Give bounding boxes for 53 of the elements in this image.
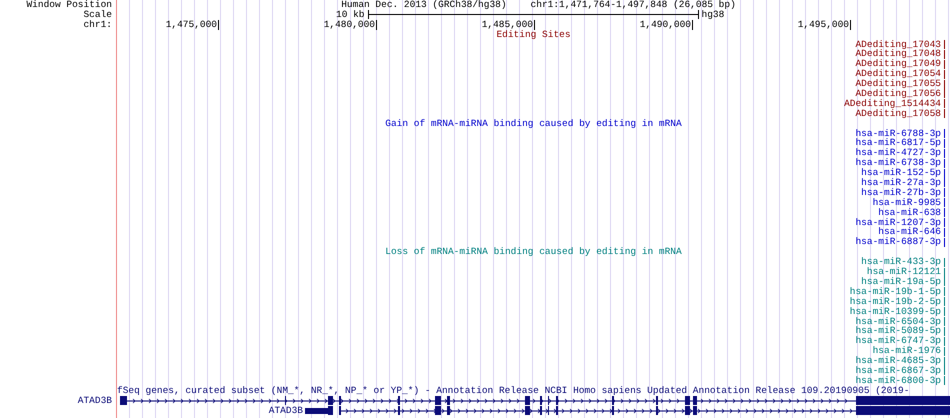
ruler-tick-label: 1,485,000 — [377, 20, 535, 30]
feature-label[interactable]: hsa-miR-6817-5p — [855, 138, 941, 148]
row-label: Window Position — [26, 0, 112, 10]
track-title: fSeq genes, curated subset (NM_*, NR_*, NP_* or YP_*) - Annotation Release NCBI Homo sapiens Updated Annotation Release 109.20190905 (2019- — [117, 384, 910, 396]
feature-label[interactable]: ADediting_17049 — [855, 59, 941, 70]
ruler-tick-label: 1,495,000 — [693, 20, 851, 30]
feature-label[interactable]: hsa-miR-433-3p — [861, 257, 941, 268]
feature-label[interactable]: hsa-miR-19b-2-5p — [850, 296, 941, 307]
feature-label[interactable]: hsa-miR-5089-5p — [855, 326, 941, 336]
feature-label[interactable]: hsa-miR-10399-5p — [850, 306, 941, 317]
track-title: Loss of mRNA-miRNA binding caused by editing in mRNA — [385, 246, 682, 258]
gene-label[interactable]: ATAD3B — [78, 396, 112, 406]
ruler-tick-label: 1,475,000 — [117, 20, 219, 30]
feature-label[interactable]: hsa-miR-6738-3p — [855, 158, 941, 168]
feature-label[interactable]: ADediting_1514434 — [844, 98, 941, 109]
feature-label[interactable]: ADediting_17058 — [855, 108, 941, 119]
feature-label[interactable]: hsa-miR-152-5p — [861, 168, 941, 178]
feature-label[interactable]: hsa-miR-19b-1-5p — [850, 286, 941, 297]
feature-label[interactable]: hsa-miR-646 — [878, 227, 941, 238]
feature-label[interactable]: hsa-miR-6747-3p — [855, 336, 941, 346]
feature-label[interactable]: ADediting_17056 — [855, 89, 941, 99]
track-title: Editing Sites — [496, 28, 571, 40]
gene-label[interactable]: ATAD3B — [268, 404, 303, 416]
row-label: Scale — [83, 10, 112, 20]
track-title: Gain of mRNA-miRNA binding caused by editing in mRNA — [385, 118, 682, 129]
feature-label[interactable]: hsa-miR-638 — [878, 208, 941, 218]
feature-label[interactable]: hsa-miR-27b-3p — [861, 188, 941, 198]
feature-label[interactable]: hsa-miR-27a-3p — [861, 178, 941, 188]
feature-label[interactable]: hsa-miR-6867-3p — [855, 366, 941, 376]
feature-label[interactable]: hsa-miR-6887-3p — [855, 237, 941, 248]
gene-structure-drawing[interactable] — [305, 406, 950, 415]
ruler-tick-label: 1,490,000 — [535, 20, 693, 30]
feature-label[interactable]: hsa-miR-4685-3p — [855, 356, 941, 366]
feature-label[interactable]: ADediting_17043 — [855, 40, 941, 50]
feature-label[interactable]: hsa-miR-6504-3p — [855, 316, 941, 326]
feature-label[interactable]: ADediting_17055 — [855, 79, 941, 90]
ruler-tick-label: 1,480,000 — [219, 20, 377, 30]
row-label: chr1: — [83, 20, 112, 30]
position-text: chr1:1,471,764-1,497,848 (26,085 bp) — [530, 0, 736, 10]
feature-label[interactable]: hsa-miR-9985 — [872, 198, 941, 208]
assembly-title: Human Dec. 2013 (GRCh38/hg38) — [341, 0, 507, 10]
feature-label[interactable]: hsa-miR-12121 — [866, 267, 941, 277]
feature-label[interactable]: hsa-miR-1207-3p — [855, 218, 941, 228]
feature-label[interactable]: hsa-miR-6788-3p — [855, 128, 941, 138]
feature-label[interactable]: ADediting_17054 — [855, 69, 941, 80]
feature-label[interactable]: hsa-miR-1976 — [872, 346, 941, 356]
feature-label[interactable]: hsa-miR-19a-5p — [861, 276, 941, 287]
feature-label[interactable]: hsa-miR-6800-3p — [855, 376, 941, 386]
assembly-label: hg38 — [702, 10, 724, 20]
feature-label[interactable]: hsa-miR-4727-3p — [855, 148, 941, 158]
gene-structure-drawing[interactable] — [120, 396, 950, 405]
feature-label[interactable]: ADediting_17048 — [855, 49, 941, 60]
scale-label: 10 kb — [336, 10, 365, 20]
